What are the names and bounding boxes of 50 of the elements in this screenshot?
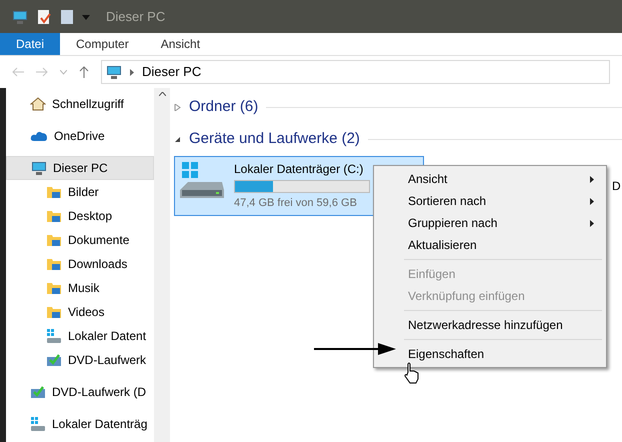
drive-tile[interactable]: D <box>608 156 622 216</box>
address-bar[interactable]: Dieser PC <box>101 60 610 84</box>
submenu-arrow-icon <box>590 220 594 226</box>
sidebar-item[interactable]: Musik <box>6 276 154 300</box>
sidebar-item[interactable]: Downloads <box>6 252 154 276</box>
menu-item[interactable]: Netzwerkadresse hinzufügen <box>374 307 606 336</box>
drive-name: Lokaler Datenträger (C:) <box>234 161 364 178</box>
sidebar-item[interactable]: DVD-Laufwerk <box>6 348 154 372</box>
ribbon-tab[interactable]: Computer <box>60 33 145 55</box>
chevron-right-icon <box>130 68 134 76</box>
chevron-down-icon[interactable] <box>60 70 67 74</box>
sidebar-item[interactable]: Lokaler Datent <box>6 324 154 348</box>
menu-item[interactable]: Aktualisieren <box>374 234 606 256</box>
up-arrow-icon[interactable] <box>79 66 89 78</box>
sidebar-item[interactable]: OneDrive <box>6 124 154 148</box>
drive-name: D <box>612 178 621 195</box>
window-title: Dieser PC <box>106 8 166 26</box>
sidebar-item[interactable]: Dieser PC <box>6 156 154 180</box>
dropdown-icon[interactable] <box>82 12 90 20</box>
back-icon[interactable] <box>12 67 24 77</box>
collapsed-arrow-icon[interactable] <box>174 104 181 110</box>
forward-icon[interactable] <box>36 67 48 77</box>
expanded-arrow-icon[interactable] <box>174 136 181 142</box>
home-icon <box>30 96 46 112</box>
dvd-drive-icon <box>30 384 46 400</box>
sidebar-item[interactable]: DVD-Laufwerk (D <box>6 380 154 404</box>
sidebar-item[interactable]: Schnellzugriff <box>6 92 154 116</box>
group-heading[interactable]: Ordner (6) <box>189 96 258 118</box>
computer-icon <box>106 64 122 80</box>
hand-cursor-icon <box>404 362 420 384</box>
sidebar-item[interactable]: Dokumente <box>6 228 154 252</box>
computer-icon <box>31 160 47 176</box>
submenu-arrow-icon <box>590 176 594 182</box>
cloud-icon <box>30 130 48 142</box>
sidebar-item[interactable]: Lokaler Datenträg <box>6 412 154 436</box>
scroll-up-icon[interactable] <box>158 92 166 96</box>
group-heading[interactable]: Geräte und Laufwerke (2) <box>189 128 360 150</box>
drive-icon <box>30 416 46 432</box>
properties-icon[interactable] <box>36 8 52 24</box>
sidebar-item[interactable]: Desktop <box>6 204 154 228</box>
drive-icon <box>46 328 62 344</box>
menu-item[interactable]: Eigenschaften <box>374 336 606 365</box>
ribbon-tab[interactable]: Datei <box>0 33 60 55</box>
sidebar-item[interactable]: Bilder <box>6 180 154 204</box>
ribbon-tab[interactable]: Ansicht <box>144 33 216 55</box>
dvd-drive-icon <box>46 352 62 368</box>
submenu-arrow-icon <box>590 198 594 204</box>
sidebar-item[interactable]: Videos <box>6 300 154 324</box>
scrollbar[interactable] <box>154 88 170 442</box>
computer-icon <box>12 8 28 24</box>
